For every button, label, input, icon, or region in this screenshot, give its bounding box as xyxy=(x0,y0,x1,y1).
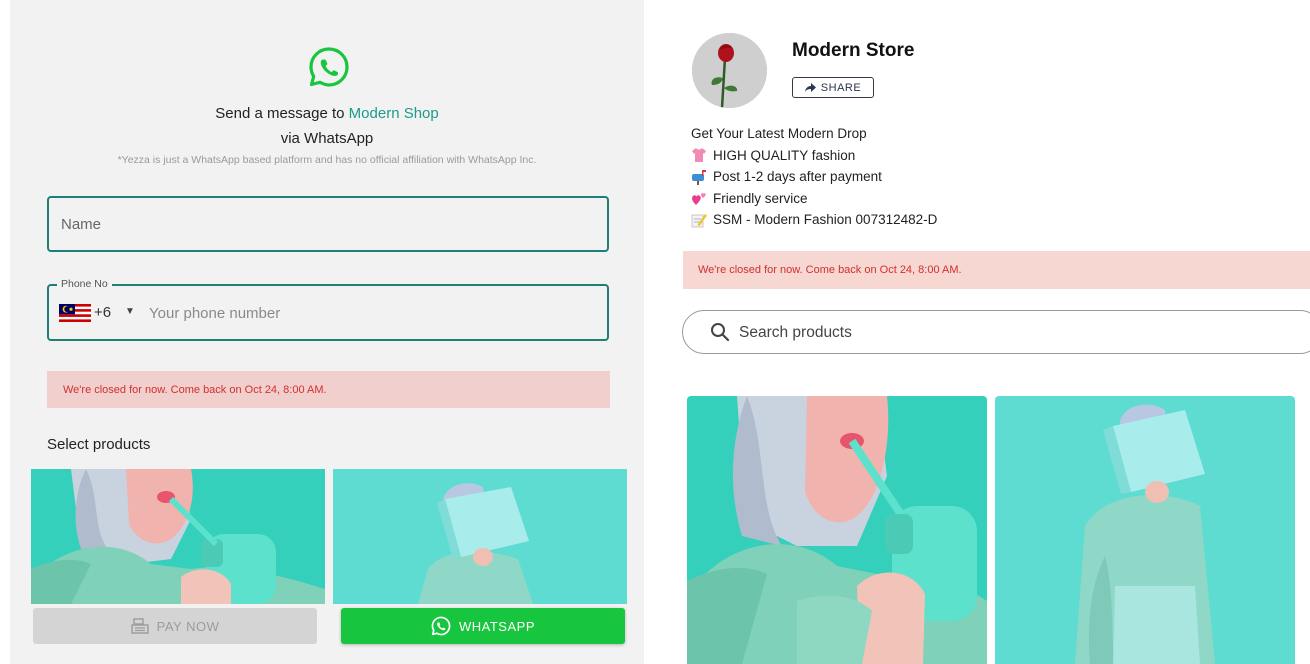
bio-line: HIGH QUALITY fashion xyxy=(691,145,937,167)
malaysia-flag-icon[interactable] xyxy=(59,304,91,322)
screen: Send a message to Modern Shop via WhatsA… xyxy=(0,0,1310,664)
dial-code[interactable]: +6 xyxy=(94,304,111,321)
bio-text: Friendly service xyxy=(713,190,808,206)
phone-number-input[interactable] xyxy=(149,302,589,324)
shop-name-link[interactable]: Modern Shop xyxy=(349,105,439,122)
whatsapp-icon xyxy=(431,616,451,636)
share-arrow-icon xyxy=(804,83,816,92)
product-image xyxy=(333,469,627,604)
name-field[interactable]: Name xyxy=(47,196,609,252)
hearts-emoji-icon xyxy=(691,190,707,206)
disclaimer-text: *Yezza is just a WhatsApp based platform… xyxy=(117,154,537,166)
product-card[interactable] xyxy=(995,396,1295,664)
search-input[interactable] xyxy=(739,322,1239,344)
bio-line: Get Your Latest Modern Drop xyxy=(691,123,937,145)
whatsapp-button-label: WHATSAPP xyxy=(459,618,535,634)
select-products-heading: Select products xyxy=(47,436,151,453)
rose-image xyxy=(692,33,767,108)
name-field-placeholder: Name xyxy=(61,215,102,233)
search-icon xyxy=(710,322,730,342)
product-image xyxy=(687,396,987,664)
store-avatar[interactable] xyxy=(692,33,767,108)
bio-line: Post 1-2 days after payment xyxy=(691,166,937,188)
whatsapp-icon xyxy=(308,46,350,88)
product-card[interactable] xyxy=(31,469,325,604)
share-label: SHARE xyxy=(820,81,862,94)
bio-text: HIGH QUALITY fashion xyxy=(713,147,856,163)
send-message-heading: Send a message to Modern Shop xyxy=(10,105,644,122)
search-bar[interactable] xyxy=(682,310,1310,354)
closed-notice: We're closed for now. Come back on Oct 2… xyxy=(47,371,610,408)
phone-field[interactable]: Phone No +6 ▼ xyxy=(47,278,609,341)
bio-line: SSM - Modern Fashion 007312482-D xyxy=(691,209,937,231)
product-card[interactable] xyxy=(687,396,987,664)
bio-text: SSM - Modern Fashion 007312482-D xyxy=(713,212,938,227)
pay-now-label: PAY NOW xyxy=(156,618,220,634)
bio-text: Post 1-2 days after payment xyxy=(713,169,882,184)
send-message-prefix: Send a message to xyxy=(215,105,349,122)
bio-line: Friendly service xyxy=(691,188,937,210)
bio-text: Get Your Latest Modern Drop xyxy=(691,126,867,141)
product-card[interactable] xyxy=(333,469,627,604)
shirt-emoji-icon xyxy=(691,147,707,163)
store-bio: Get Your Latest Modern Drop HIGH QUALITY… xyxy=(691,123,937,231)
store-name: Modern Store xyxy=(792,40,915,61)
phone-field-label: Phone No xyxy=(57,278,112,290)
cash-register-icon xyxy=(130,618,149,634)
share-button[interactable]: SHARE xyxy=(792,77,874,98)
closed-notice: We're closed for now. Come back on Oct 2… xyxy=(683,251,1310,289)
mailbox-emoji-icon xyxy=(691,169,707,185)
product-image xyxy=(31,469,325,604)
memo-emoji-icon xyxy=(691,212,707,228)
product-image xyxy=(995,396,1295,664)
pay-now-button[interactable]: PAY NOW xyxy=(33,608,317,644)
chevron-down-icon[interactable]: ▼ xyxy=(125,306,135,317)
store-page-panel: Modern Store SHARE Get Your Latest Moder… xyxy=(676,0,1310,664)
via-whatsapp-text: via WhatsApp xyxy=(280,130,374,147)
whatsapp-button[interactable]: WHATSAPP xyxy=(341,608,625,644)
whatsapp-order-panel: Send a message to Modern Shop via WhatsA… xyxy=(10,0,644,664)
